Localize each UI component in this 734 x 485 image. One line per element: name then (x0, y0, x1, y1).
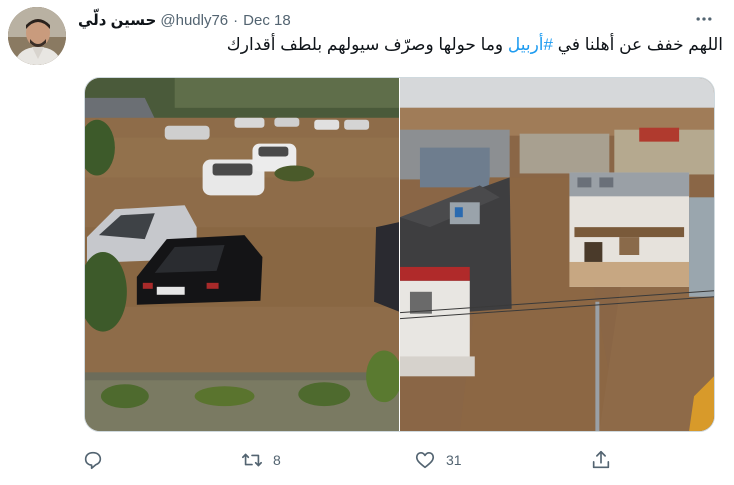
tweet: حسين دلّي @hudly76 · Dec 18 اللهم خفف عن… (0, 0, 734, 485)
media-photo-flooded-street[interactable] (400, 78, 714, 431)
tweet-text-part2: وما حولها وصرّف سيولهم بلطف أقدارك (226, 35, 508, 54)
share-button[interactable] (590, 444, 612, 476)
flooded-cars-image (85, 78, 399, 431)
retweet-icon (242, 453, 262, 467)
tweet-date[interactable]: Dec 18 (243, 12, 291, 29)
share-icon (592, 450, 610, 469)
tweet-header: حسين دلّي @hudly76 · Dec 18 (78, 9, 291, 31)
more-options-button[interactable] (690, 8, 718, 30)
tweet-text-part1: اللهم خفف عن أهلنا في (552, 35, 723, 54)
reply-button[interactable] (82, 444, 114, 476)
retweet-count: 8 (273, 452, 281, 468)
media-grid (84, 77, 715, 432)
like-button[interactable]: 31 (414, 444, 462, 476)
heart-icon (415, 452, 435, 469)
media-photo-flooded-cars[interactable] (85, 78, 399, 431)
flooded-street-image (400, 78, 714, 431)
avatar-image (8, 7, 66, 65)
retweet-button[interactable]: 8 (241, 444, 281, 476)
hashtag-link[interactable]: #أربيل (508, 35, 553, 54)
tweet-text: اللهم خفف عن أهلنا في #أربيل وما حولها و… (78, 35, 723, 61)
separator-dot: · (233, 11, 239, 29)
display-name[interactable]: حسين دلّي (78, 11, 156, 29)
reply-icon (84, 451, 102, 470)
user-handle[interactable]: @hudly76 (160, 12, 228, 29)
avatar[interactable] (8, 7, 66, 65)
like-count: 31 (446, 452, 462, 468)
tweet-actions: 8 31 (0, 444, 734, 476)
more-dots-icon (696, 17, 712, 21)
